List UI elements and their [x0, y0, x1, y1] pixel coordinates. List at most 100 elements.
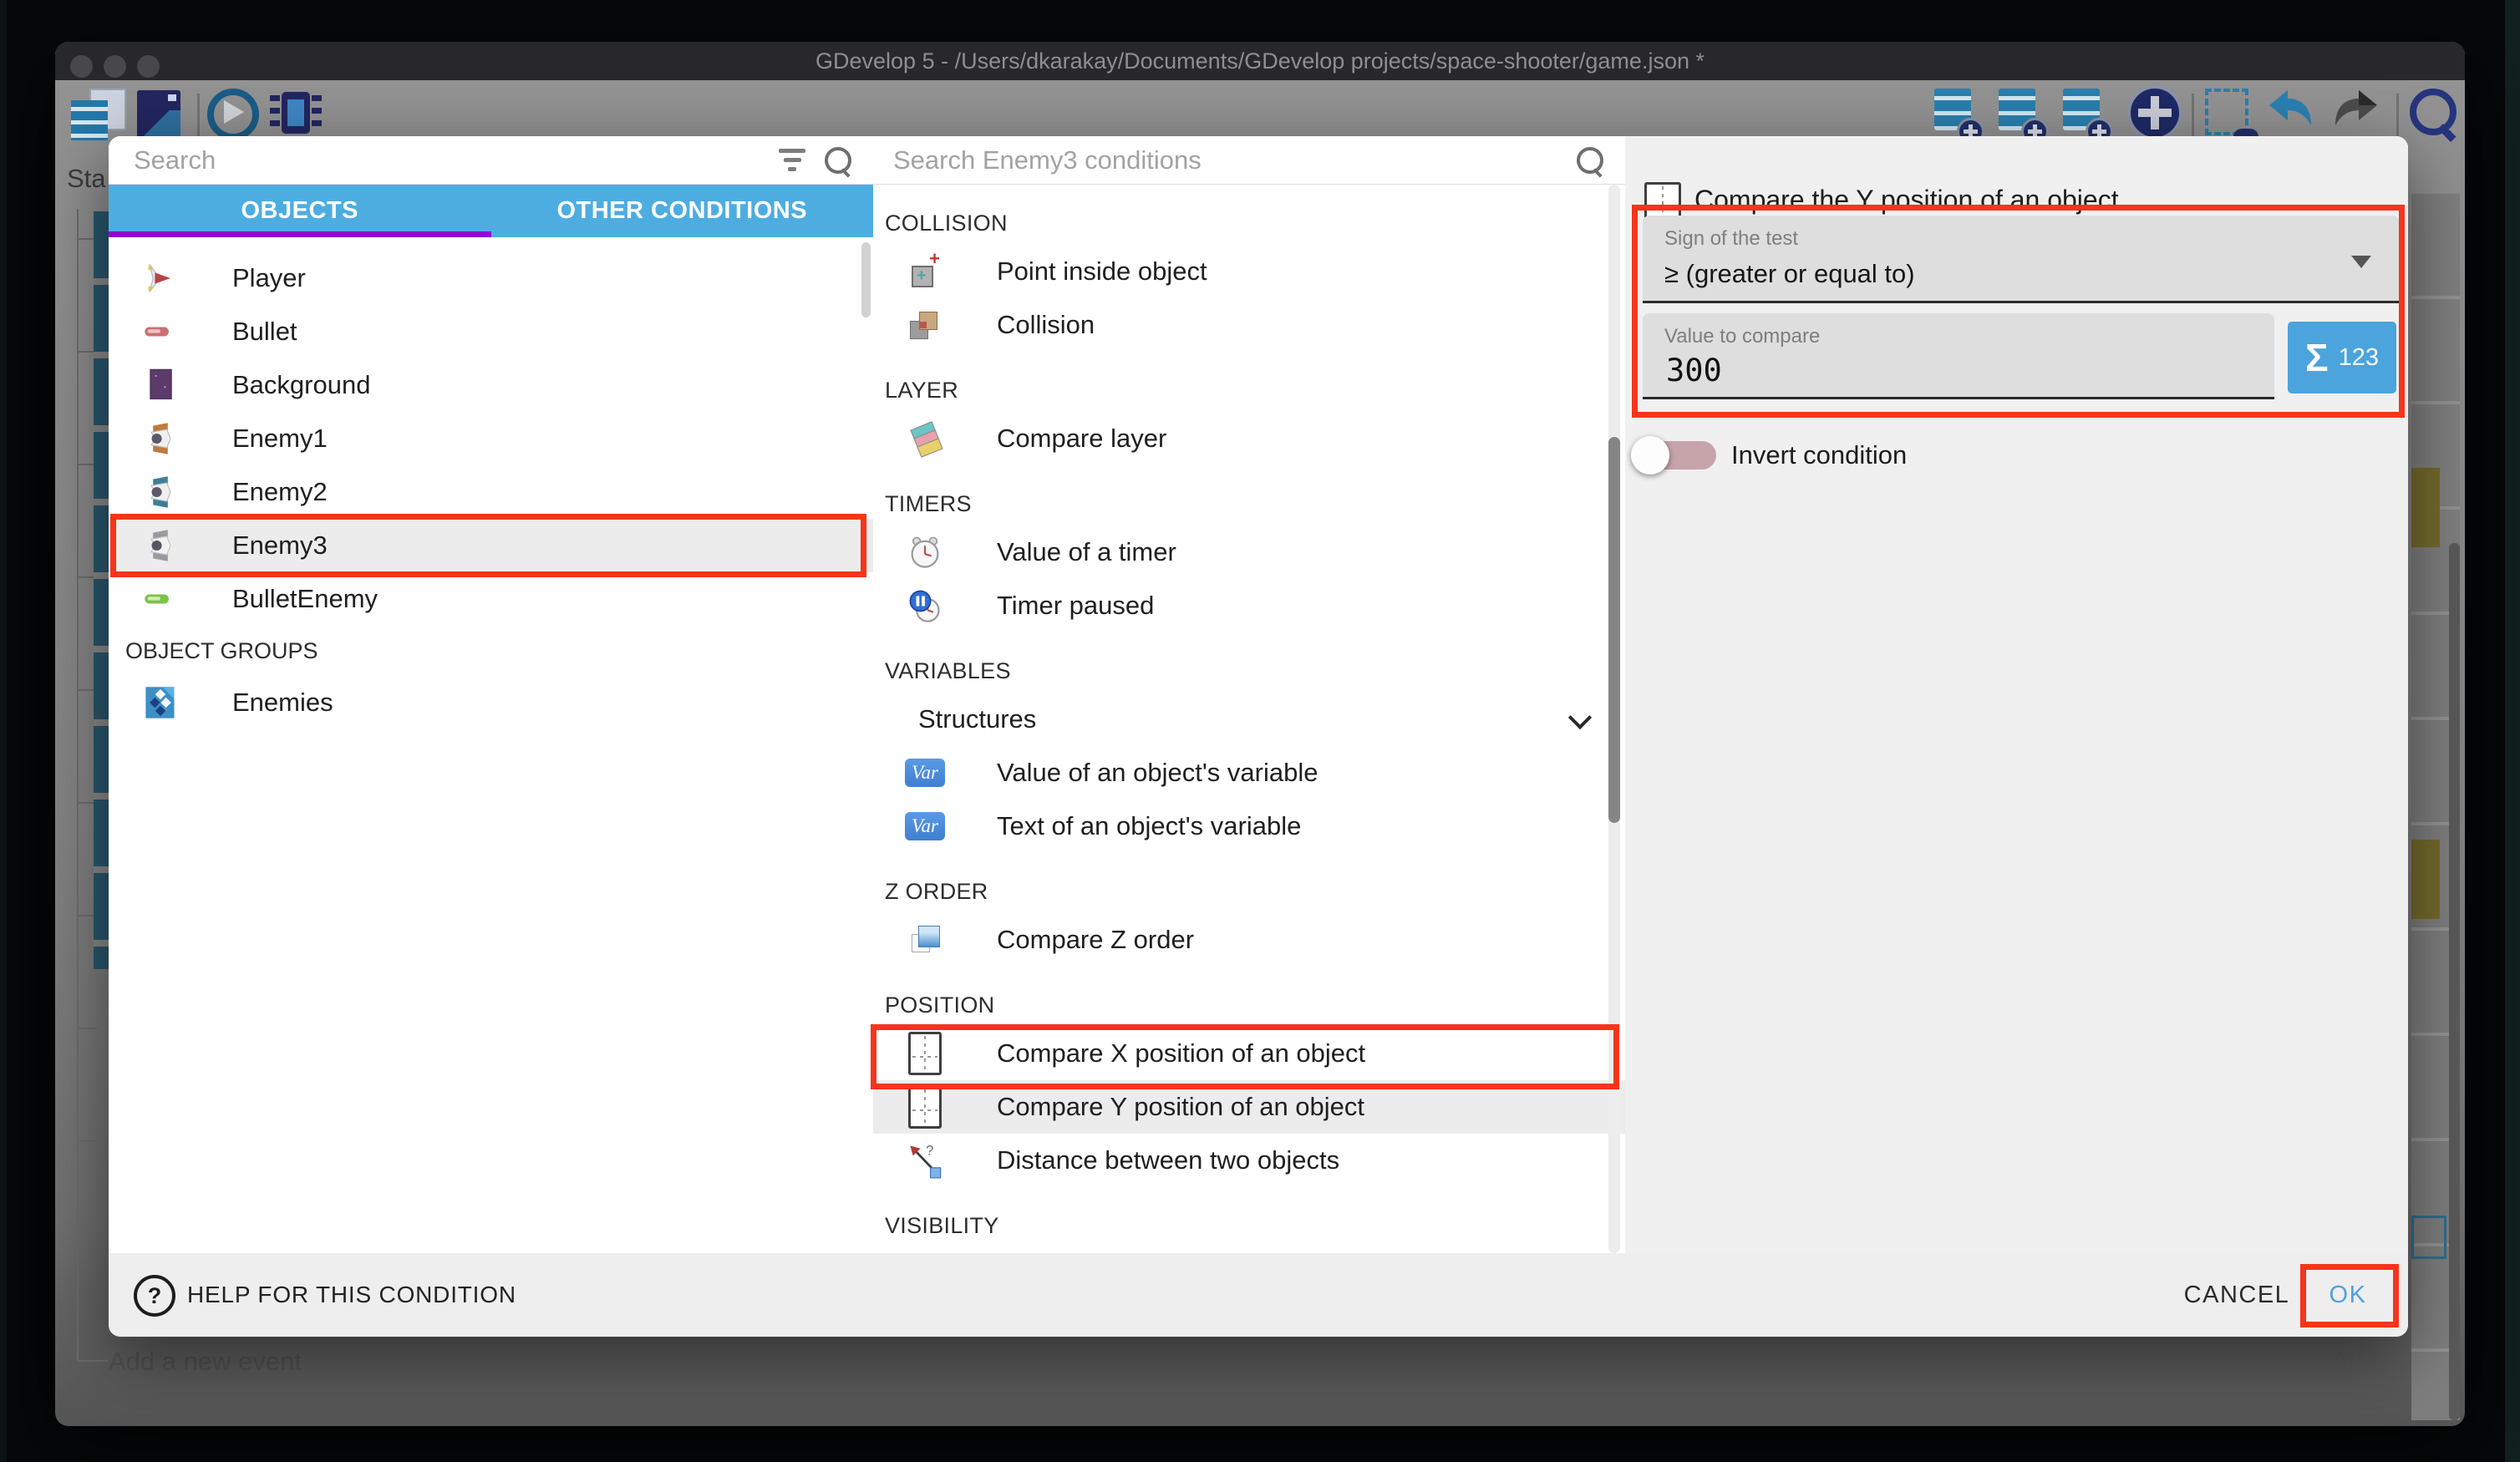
undo-icon[interactable]	[2266, 89, 2316, 140]
condition-compare-x-position[interactable]: Compare X position of an object	[873, 1027, 1625, 1080]
sign-of-test-value: ≥ (greater or equal to)	[1664, 259, 2400, 289]
condition-compare-y-position[interactable]: Compare Y position of an object	[873, 1080, 1625, 1134]
expression-builder-button[interactable]: Σ 123	[2288, 322, 2396, 393]
list-item-enemies-group[interactable]: Enemies	[109, 676, 873, 729]
condition-distance-between-objects[interactable]: ? Distance between two objects	[873, 1134, 1625, 1187]
condition-value-object-variable[interactable]: Var Value of an object's variable	[873, 746, 1625, 800]
close-window-button[interactable]	[70, 55, 93, 78]
enemy-bullet-icon	[137, 581, 184, 617]
doc-front-shape	[71, 100, 108, 140]
variable-icon: Var	[902, 812, 948, 840]
object-list-scrollbar[interactable]	[861, 242, 871, 317]
sigma-icon: Σ	[2305, 335, 2329, 380]
toolbar-separator	[197, 94, 200, 137]
add-action-label[interactable]: Add...	[2331, 1347, 2399, 1377]
scene-editor-icon[interactable]	[134, 89, 184, 140]
distance-icon: ?	[902, 1142, 948, 1179]
plus-circle-shape	[2127, 85, 2182, 140]
list-item-enemy2[interactable]: Enemy2	[109, 465, 873, 519]
add-external-layout-icon[interactable]	[2063, 89, 2106, 140]
point-inside-object-icon: ++	[902, 255, 948, 288]
condition-compare-z-order[interactable]: Compare Z order	[873, 913, 1625, 967]
list-item-bullet[interactable]: Bullet	[109, 305, 873, 358]
condition-collision[interactable]: Collision	[873, 298, 1625, 352]
add-event-label[interactable]: Add a new event	[109, 1347, 302, 1377]
toggle-thumb[interactable]	[1631, 436, 1669, 475]
toolbar-separator	[2192, 94, 2194, 137]
ok-button[interactable]: OK	[2306, 1272, 2390, 1318]
chevron-down-icon	[1568, 706, 1592, 729]
enemy1-ship-icon	[137, 420, 184, 457]
tab-bar: OBJECTS OTHER CONDITIONS	[109, 185, 873, 237]
list-item-bulletenemy[interactable]: BulletEnemy	[109, 572, 873, 626]
object-groups-header: OBJECT GROUPS	[109, 626, 873, 676]
value-to-compare-input[interactable]	[1664, 352, 1918, 389]
help-button[interactable]: HELP FOR THIS CONDITION	[187, 1282, 516, 1308]
play-icon[interactable]	[207, 89, 259, 140]
redo-arrow-shape	[2330, 89, 2380, 137]
list-item-enemy3[interactable]: Enemy3	[109, 519, 873, 572]
condition-timer-paused[interactable]: Timer paused	[873, 579, 1625, 632]
section-header-collision: COLLISION	[873, 185, 1625, 245]
background-image-icon	[137, 367, 184, 404]
magnifier-shape	[2410, 89, 2456, 135]
list-item-enemy1[interactable]: Enemy1	[109, 412, 873, 465]
tab-objects[interactable]: OBJECTS	[109, 185, 491, 237]
titlebar: GDevelop 5 - /Users/dkarakay/Documents/G…	[55, 42, 2465, 80]
section-header-layer: LAYER	[873, 352, 1625, 412]
condition-point-inside-object[interactable]: ++ Point inside object	[873, 245, 1625, 298]
collision-icon	[902, 308, 948, 342]
object-group-icon	[137, 684, 184, 721]
section-header-visibility: VISIBILITY	[873, 1187, 1625, 1247]
debug-icon[interactable]	[270, 89, 322, 140]
condition-value-of-timer[interactable]: Value of a timer	[873, 525, 1625, 579]
value-to-compare-field[interactable]: Value to compare	[1643, 313, 2274, 399]
events-scrollbar[interactable]	[2449, 543, 2460, 1420]
list-item-background[interactable]: Background	[109, 358, 873, 412]
redo-icon[interactable]	[2330, 89, 2380, 140]
scene-shape	[137, 90, 180, 139]
add-external-events-icon[interactable]	[1999, 89, 2042, 140]
sign-of-test-select[interactable]: Sign of the test ≥ (greater or equal to)	[1643, 216, 2400, 303]
section-header-zorder: Z ORDER	[873, 853, 1625, 913]
invert-condition-label: Invert condition	[1731, 440, 1907, 470]
filter-icon[interactable]	[778, 149, 806, 171]
condition-compare-layer[interactable]: Compare layer	[873, 412, 1625, 465]
value-to-compare-label: Value to compare	[1664, 325, 2274, 348]
sign-of-test-label: Sign of the test	[1664, 227, 2400, 251]
undo-arrow-shape	[2266, 89, 2316, 137]
list-item-player[interactable]: Player	[109, 251, 873, 305]
debug-pins	[312, 95, 322, 132]
event-tree-tick	[77, 1140, 97, 1142]
add-scene-icon[interactable]	[1934, 89, 1978, 140]
enemy2-ship-icon	[137, 474, 184, 510]
condition-group-structures[interactable]: Structures	[873, 693, 1625, 746]
dialog-footer: ? HELP FOR THIS CONDITION CANCEL OK	[109, 1253, 2408, 1337]
compare-layer-icon	[902, 422, 948, 455]
search-icon	[1577, 147, 1603, 174]
condition-search-input[interactable]	[892, 145, 1577, 176]
timer-paused-icon	[902, 587, 948, 624]
tab-other-conditions[interactable]: OTHER CONDITIONS	[491, 185, 874, 237]
toolbar-separator	[2396, 94, 2399, 137]
bullet-icon	[137, 313, 184, 350]
search-icon[interactable]	[2410, 89, 2462, 140]
cancel-button[interactable]: CANCEL	[2157, 1272, 2316, 1318]
event-tree-tick	[77, 1028, 97, 1029]
compare-y-position-icon	[902, 1085, 948, 1129]
paste-icon[interactable]	[2205, 89, 2252, 140]
condition-text-object-variable[interactable]: Var Text of an object's variable	[873, 800, 1625, 853]
maximize-window-button[interactable]	[137, 55, 160, 78]
condition-list-scrollbar[interactable]	[1608, 437, 1620, 823]
add-icon[interactable]	[2127, 89, 2177, 140]
variable-icon: Var	[902, 759, 948, 787]
object-search-input[interactable]	[132, 145, 778, 176]
project-manager-icon[interactable]	[71, 89, 126, 140]
condition-visibility-of-object[interactable]: Visibility of an object	[873, 1247, 1625, 1253]
enemy3-ship-icon	[137, 527, 184, 564]
debug-inner-shape	[287, 99, 304, 126]
highlighted-action-block	[2411, 840, 2440, 919]
minimize-window-button[interactable]	[104, 55, 126, 78]
section-header-timers: TIMERS	[873, 465, 1625, 525]
object-search-row	[109, 136, 873, 185]
